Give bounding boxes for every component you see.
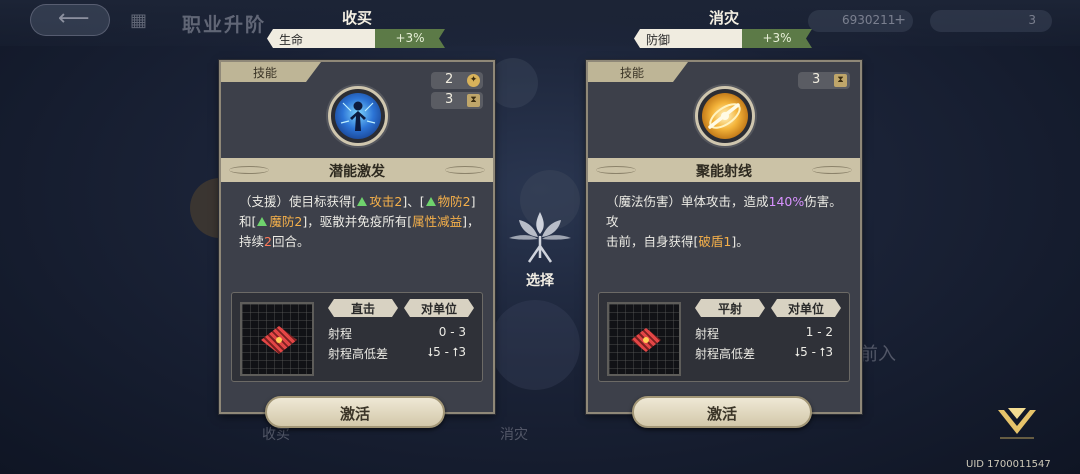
desc-keyword: 属性减益 (412, 214, 463, 229)
cost-badge: 2 ✦ (431, 72, 483, 89)
range-grid (240, 302, 314, 376)
desc-text: （支援）使目标获得[ (239, 194, 357, 209)
desc-keyword: 攻击2 (369, 194, 403, 209)
bottom-right-label: 消灾 (500, 427, 528, 443)
right-option-title: 消灾 (708, 9, 739, 27)
activate-button[interactable]: 激活 (632, 396, 812, 428)
skill-description: （魔法伤害）单体攻击，造成140%伤害。攻 击前，自身获得[破盾1]。 (606, 192, 850, 252)
banner-ornament (445, 166, 485, 174)
select-label: 选择 (526, 273, 554, 289)
skill-tab: 技能 (221, 62, 321, 82)
left-stat-name: 生命 (267, 29, 375, 48)
desc-text: ]。 (731, 234, 749, 249)
buff-up-icon (425, 197, 436, 206)
background-orb (488, 58, 538, 108)
hourglass-icon: ⧗ (834, 74, 847, 87)
buff-up-icon (257, 217, 268, 226)
cooldown-value: 3 (812, 72, 821, 87)
range-panel: 平射 对单位 射程 1 - 2 射程高低差 ⭣5 - ⭡3 (598, 292, 850, 382)
right-stat-bar: 防御 +3% (634, 29, 812, 48)
cooldown-value: 3 (445, 92, 454, 107)
banner-ornament (229, 166, 269, 174)
user-id: UID 1700011547 (966, 459, 1051, 470)
star-icon: ✦ (467, 74, 480, 87)
banner-ornament (812, 166, 852, 174)
skill-tab: 技能 (588, 62, 688, 82)
activate-button[interactable]: 激活 (265, 396, 445, 428)
skill-description: （支援）使目标获得[ 攻击2]、[ 物防2] 和[ 魔防2]，驱散并免疫所有[属性减益… (239, 192, 483, 252)
skill-name-text: 聚能射线 (696, 164, 752, 180)
skill-name: 聚能射线 (588, 158, 860, 182)
left-stat-bonus: +3% (375, 29, 445, 48)
skill-icon-frame (328, 86, 388, 146)
buff-up-icon (357, 197, 368, 206)
background-orb (490, 300, 580, 390)
cooldown-badge: 3 ⧗ (431, 92, 483, 109)
right-stat-bonus: +3% (742, 29, 812, 48)
back-arrow-icon: ⟵ (58, 6, 90, 31)
left-stat-bar: 生命 +3% (267, 29, 445, 48)
currency-value: 6930211 (842, 13, 896, 27)
left-option-title: 收买 (341, 9, 372, 27)
right-skill-card[interactable]: 技能 3 ⧗ 聚能射线 （魔法伤害）单体攻击，造成140%伤害。攻 击前，自身获… (586, 60, 862, 428)
desc-keyword: 破盾1 (698, 234, 732, 249)
desc-text: 持续 (239, 234, 265, 249)
target-type-pill: 对单位 (404, 299, 474, 317)
skill-icon-frame (695, 86, 755, 146)
attack-type-pill: 直击 (328, 299, 398, 317)
desc-text: （魔法伤害）单体攻击，造成 (606, 194, 769, 209)
desc-text: 回合。 (271, 234, 310, 249)
hourglass-icon: ⧗ (467, 94, 480, 107)
left-skill-card[interactable]: 技能 2 ✦ 3 ⧗ 潜能激发 （支援）使目标获得[ 攻击2]、[ 物防2] 和[ 魔… (219, 60, 495, 428)
range-panel: 直击 对单位 射程 0 - 3 射程高低差 ⭣5 - ⭡3 (231, 292, 483, 382)
tree-emblem-icon (509, 212, 571, 263)
currency-plus-icon: + (894, 12, 906, 28)
energy-display: 3 (930, 10, 1052, 32)
page-title: 职业升阶 (182, 14, 267, 36)
range-label: 射程 (695, 327, 720, 341)
grid-menu-icon: ▦ (130, 10, 148, 31)
height-value: ⭣5 - ⭡3 (427, 345, 466, 359)
height-value: ⭣5 - ⭡3 (794, 345, 833, 359)
range-label: 射程 (328, 327, 353, 341)
right-stat-name: 防御 (634, 29, 742, 48)
desc-text: ]， (462, 214, 480, 229)
banner-ornament (596, 166, 636, 174)
range-value: 1 - 2 (805, 325, 833, 339)
cost-value: 2 (445, 72, 454, 87)
potential-burst-icon (335, 93, 381, 139)
cooldown-badge: 3 ⧗ (798, 72, 850, 89)
target-type-pill: 对单位 (771, 299, 841, 317)
desc-percent: 140% (768, 194, 805, 209)
height-label: 射程高低差 (695, 347, 756, 361)
caster-marker (276, 337, 282, 343)
desc-keyword: 物防2 (437, 194, 471, 209)
caster-marker (643, 337, 649, 343)
side-label: 前入 (860, 344, 896, 365)
desc-text: ] (470, 194, 476, 209)
skill-name-text: 潜能激发 (329, 164, 385, 180)
currency-display: 6930211 + (808, 10, 913, 32)
desc-keyword: 魔防2 (269, 214, 303, 229)
skill-name: 潜能激发 (221, 158, 493, 182)
range-value: 0 - 3 (438, 325, 466, 339)
desc-number: 2 (264, 234, 272, 249)
attack-type-pill: 平射 (695, 299, 765, 317)
chevron-down-icon[interactable] (996, 404, 1038, 442)
desc-text: ]、[ (402, 194, 425, 209)
range-grid (607, 302, 681, 376)
focused-beam-icon (702, 93, 748, 139)
desc-text: ]，驱散并免疫所有[ (302, 214, 413, 229)
desc-text: 击前，自身获得[ (606, 234, 699, 249)
energy-value: 3 (1028, 13, 1036, 27)
top-bar (0, 0, 1080, 46)
desc-text: 和[ (239, 214, 257, 229)
height-label: 射程高低差 (328, 347, 389, 361)
